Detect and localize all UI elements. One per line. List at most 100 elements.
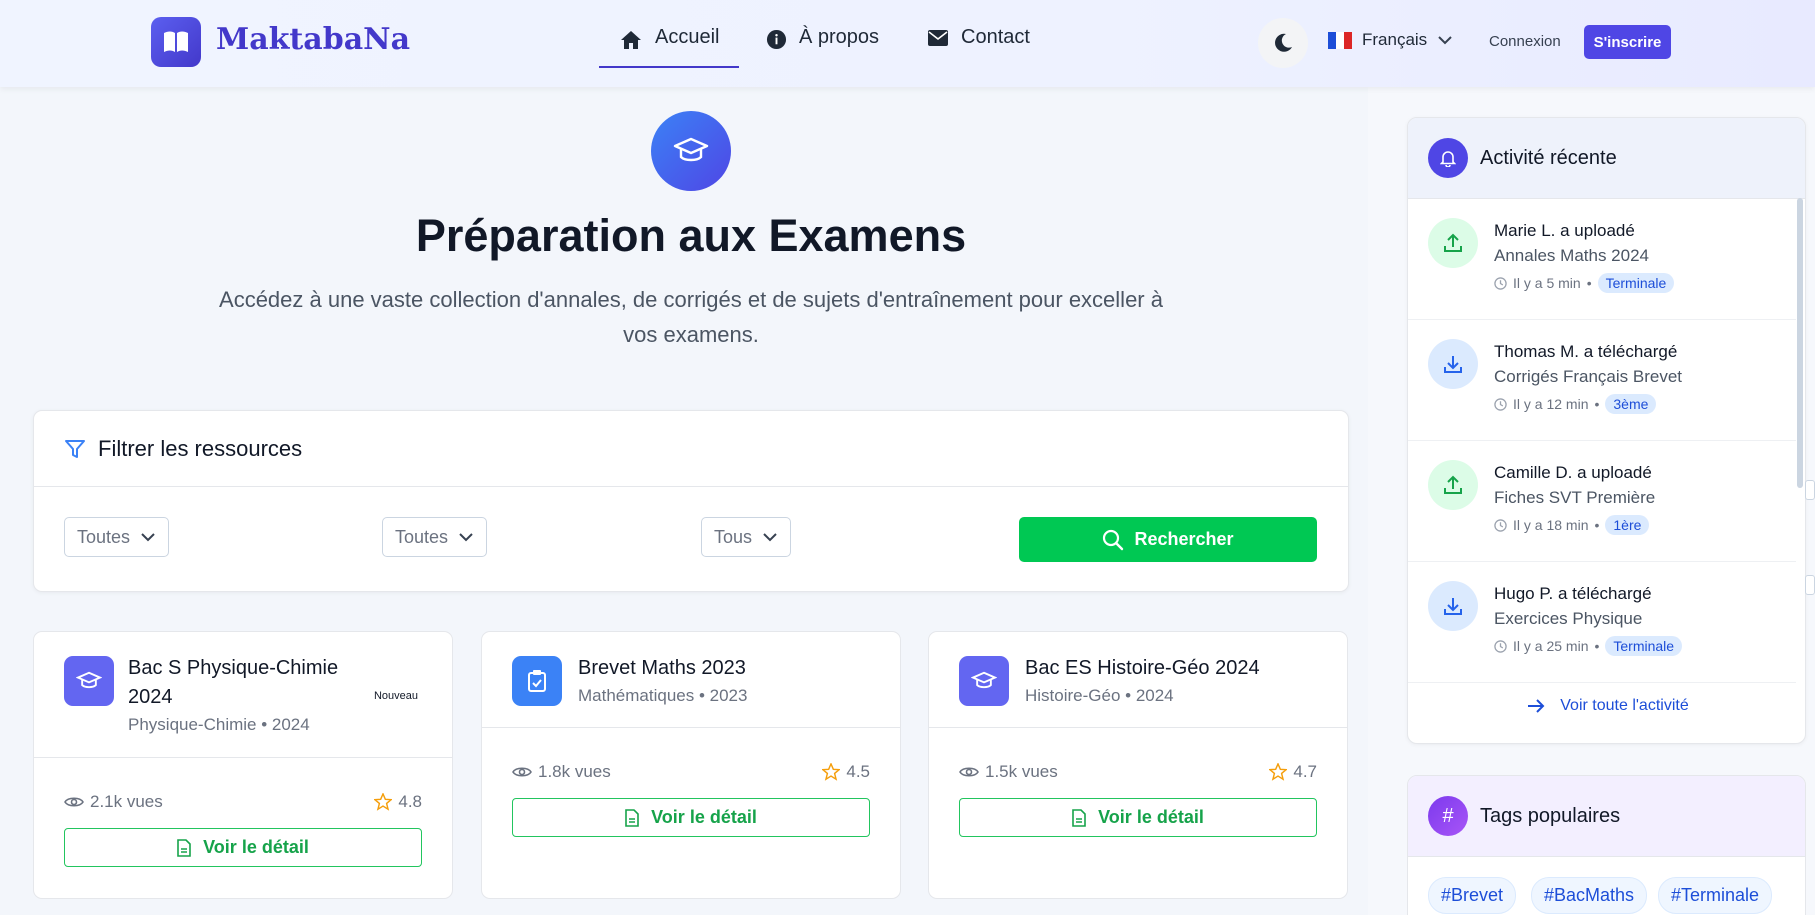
file-icon (1072, 808, 1086, 827)
views-stat: 1.5k vues (959, 762, 1058, 782)
rating-stat: 4.7 (1269, 762, 1317, 782)
chevron-down-icon (763, 533, 777, 542)
search-button[interactable]: Rechercher (1019, 517, 1317, 562)
rating-value: 4.7 (1293, 762, 1317, 781)
tag-chip[interactable]: #BacMaths (1531, 877, 1648, 914)
activity-item-subtitle: Corrigés Français Brevet (1494, 367, 1683, 386)
star-icon (822, 763, 841, 781)
hashtag-icon: # (1428, 796, 1468, 836)
views-stat: 2.1k vues (64, 792, 163, 812)
view-detail-label: Voir le détail (1098, 807, 1204, 827)
view-detail-label: Voir le détail (651, 807, 757, 827)
nav-a-propos[interactable]: À propos (766, 26, 879, 68)
book-logo-icon[interactable] (151, 17, 201, 67)
clock-icon (1494, 639, 1507, 653)
theme-toggle-button[interactable] (1258, 18, 1308, 68)
subject-select[interactable]: Toutes (382, 517, 488, 557)
activity-item-title: Camille D. a uploadé (1494, 463, 1652, 482)
views-stat: 1.8k vues (512, 762, 611, 782)
info-icon (766, 29, 787, 50)
rating-stat: 4.5 (822, 762, 870, 782)
language-selector[interactable]: Français (1328, 30, 1453, 50)
level-select[interactable]: Toutes (64, 517, 170, 557)
edge-control[interactable] (1805, 480, 1815, 500)
filter-title: Filtrer les ressources (98, 435, 303, 461)
brand-name[interactable]: MaktabaNa (216, 22, 410, 57)
clock-icon (1494, 397, 1507, 411)
file-icon (177, 838, 191, 857)
activity-item-meta: Il y a 18 min • 1ère (1494, 515, 1650, 535)
divider (929, 727, 1347, 728)
activity-header: Activité récente (1408, 118, 1805, 199)
chevron-down-icon (1438, 36, 1452, 45)
filter-card: Filtrer les ressources Toutes Toutes Tou… (33, 410, 1349, 592)
subject-select-value: Toutes (395, 526, 449, 547)
page-title: Préparation aux Examens (415, 210, 967, 261)
views-count: 2.1k vues (90, 792, 163, 811)
activity-time: Il y a 18 min (1513, 517, 1589, 533)
popular-tags-card: # Tags populaires #Brevet #BacMaths #Ter… (1407, 775, 1806, 915)
activity-title: Activité récente (1480, 146, 1617, 169)
views-count: 1.8k vues (538, 762, 611, 781)
activity-scrollbar[interactable] (1797, 198, 1803, 488)
mail-icon (928, 30, 948, 46)
download-icon (1428, 581, 1478, 631)
chevron-down-icon (459, 533, 473, 542)
separator-dot: • (1594, 396, 1600, 412)
recent-activity-card: Activité récente Marie L. a uploadé Anna… (1407, 117, 1806, 744)
resource-title: Brevet Maths 2023 (578, 657, 746, 679)
activity-item[interactable]: Thomas M. a téléchargé Corrigés Français… (1408, 320, 1796, 441)
eye-icon (512, 767, 532, 777)
resource-meta: Histoire-Géo • 2024 (1025, 686, 1174, 705)
resource-card: Bac S Physique-Chimie 2024 Nouveau Physi… (33, 631, 453, 899)
activity-time: Il y a 12 min (1513, 396, 1589, 412)
activity-item[interactable]: Hugo P. a téléchargé Exercices Physique … (1408, 562, 1796, 683)
edge-control[interactable] (1805, 575, 1815, 595)
activity-item-meta: Il y a 5 min • Terminale (1494, 273, 1675, 293)
tags-title: Tags populaires (1480, 804, 1621, 827)
filter-icon (65, 439, 85, 458)
tags-header: # Tags populaires (1408, 776, 1805, 857)
login-link[interactable]: Connexion (1489, 33, 1561, 50)
see-all-activity-link[interactable]: Voir toute l'activité (1408, 697, 1805, 715)
chevron-down-icon (141, 533, 155, 542)
year-select[interactable]: Tous (701, 517, 792, 557)
nav-accueil[interactable]: Accueil (599, 26, 740, 68)
level-badge: Terminale (1605, 636, 1683, 656)
nav-contact[interactable]: Contact (927, 26, 1030, 68)
graduation-cap-icon (959, 656, 1009, 706)
clipboard-check-icon (512, 656, 562, 706)
graduation-cap-icon (651, 111, 731, 191)
download-icon (1428, 339, 1478, 389)
activity-item-title: Marie L. a uploadé (1494, 221, 1635, 240)
activity-item-subtitle: Annales Maths 2024 (1494, 246, 1649, 265)
resource-stats: 2.1k vues 4.8 (64, 792, 422, 812)
clock-icon (1494, 276, 1507, 290)
clock-icon (1494, 518, 1507, 532)
view-detail-button[interactable]: Voir le détail (64, 828, 422, 867)
activity-item-subtitle: Fiches SVT Première (1494, 488, 1656, 507)
resource-card: Brevet Maths 2023 Mathématiques • 2023 1… (481, 631, 901, 899)
rating-stat: 4.8 (374, 792, 422, 812)
resource-title: Bac S Physique-Chimie 2024 (128, 657, 339, 708)
activity-item[interactable]: Marie L. a uploadé Annales Maths 2024 Il… (1408, 199, 1796, 320)
tag-chip[interactable]: #Terminale (1658, 877, 1773, 914)
tag-chip[interactable]: #Brevet (1428, 877, 1517, 914)
resource-meta: Physique-Chimie • 2024 (128, 715, 310, 734)
activity-item-meta: Il y a 25 min • Terminale (1494, 636, 1683, 656)
resource-stats: 1.8k vues 4.5 (512, 762, 870, 782)
search-button-label: Rechercher (1134, 529, 1234, 549)
filter-header: Filtrer les ressources (34, 411, 1348, 487)
activity-time: Il y a 25 min (1513, 638, 1589, 654)
graduation-cap-icon (64, 656, 114, 706)
new-badge: Nouveau (373, 690, 418, 702)
activity-item[interactable]: Camille D. a uploadé Fiches SVT Première… (1408, 441, 1796, 562)
view-detail-button[interactable]: Voir le détail (959, 798, 1317, 837)
top-navbar: MaktabaNa Accueil À propos Contact Franç… (0, 0, 1815, 87)
activity-item-subtitle: Exercices Physique (1494, 609, 1643, 628)
activity-item-meta: Il y a 12 min • 3ème (1494, 394, 1657, 414)
file-icon (625, 808, 639, 827)
activity-item-title: Thomas M. a téléchargé (1494, 342, 1678, 361)
view-detail-button[interactable]: Voir le détail (512, 798, 870, 837)
signup-button[interactable]: S'inscrire (1584, 25, 1671, 59)
